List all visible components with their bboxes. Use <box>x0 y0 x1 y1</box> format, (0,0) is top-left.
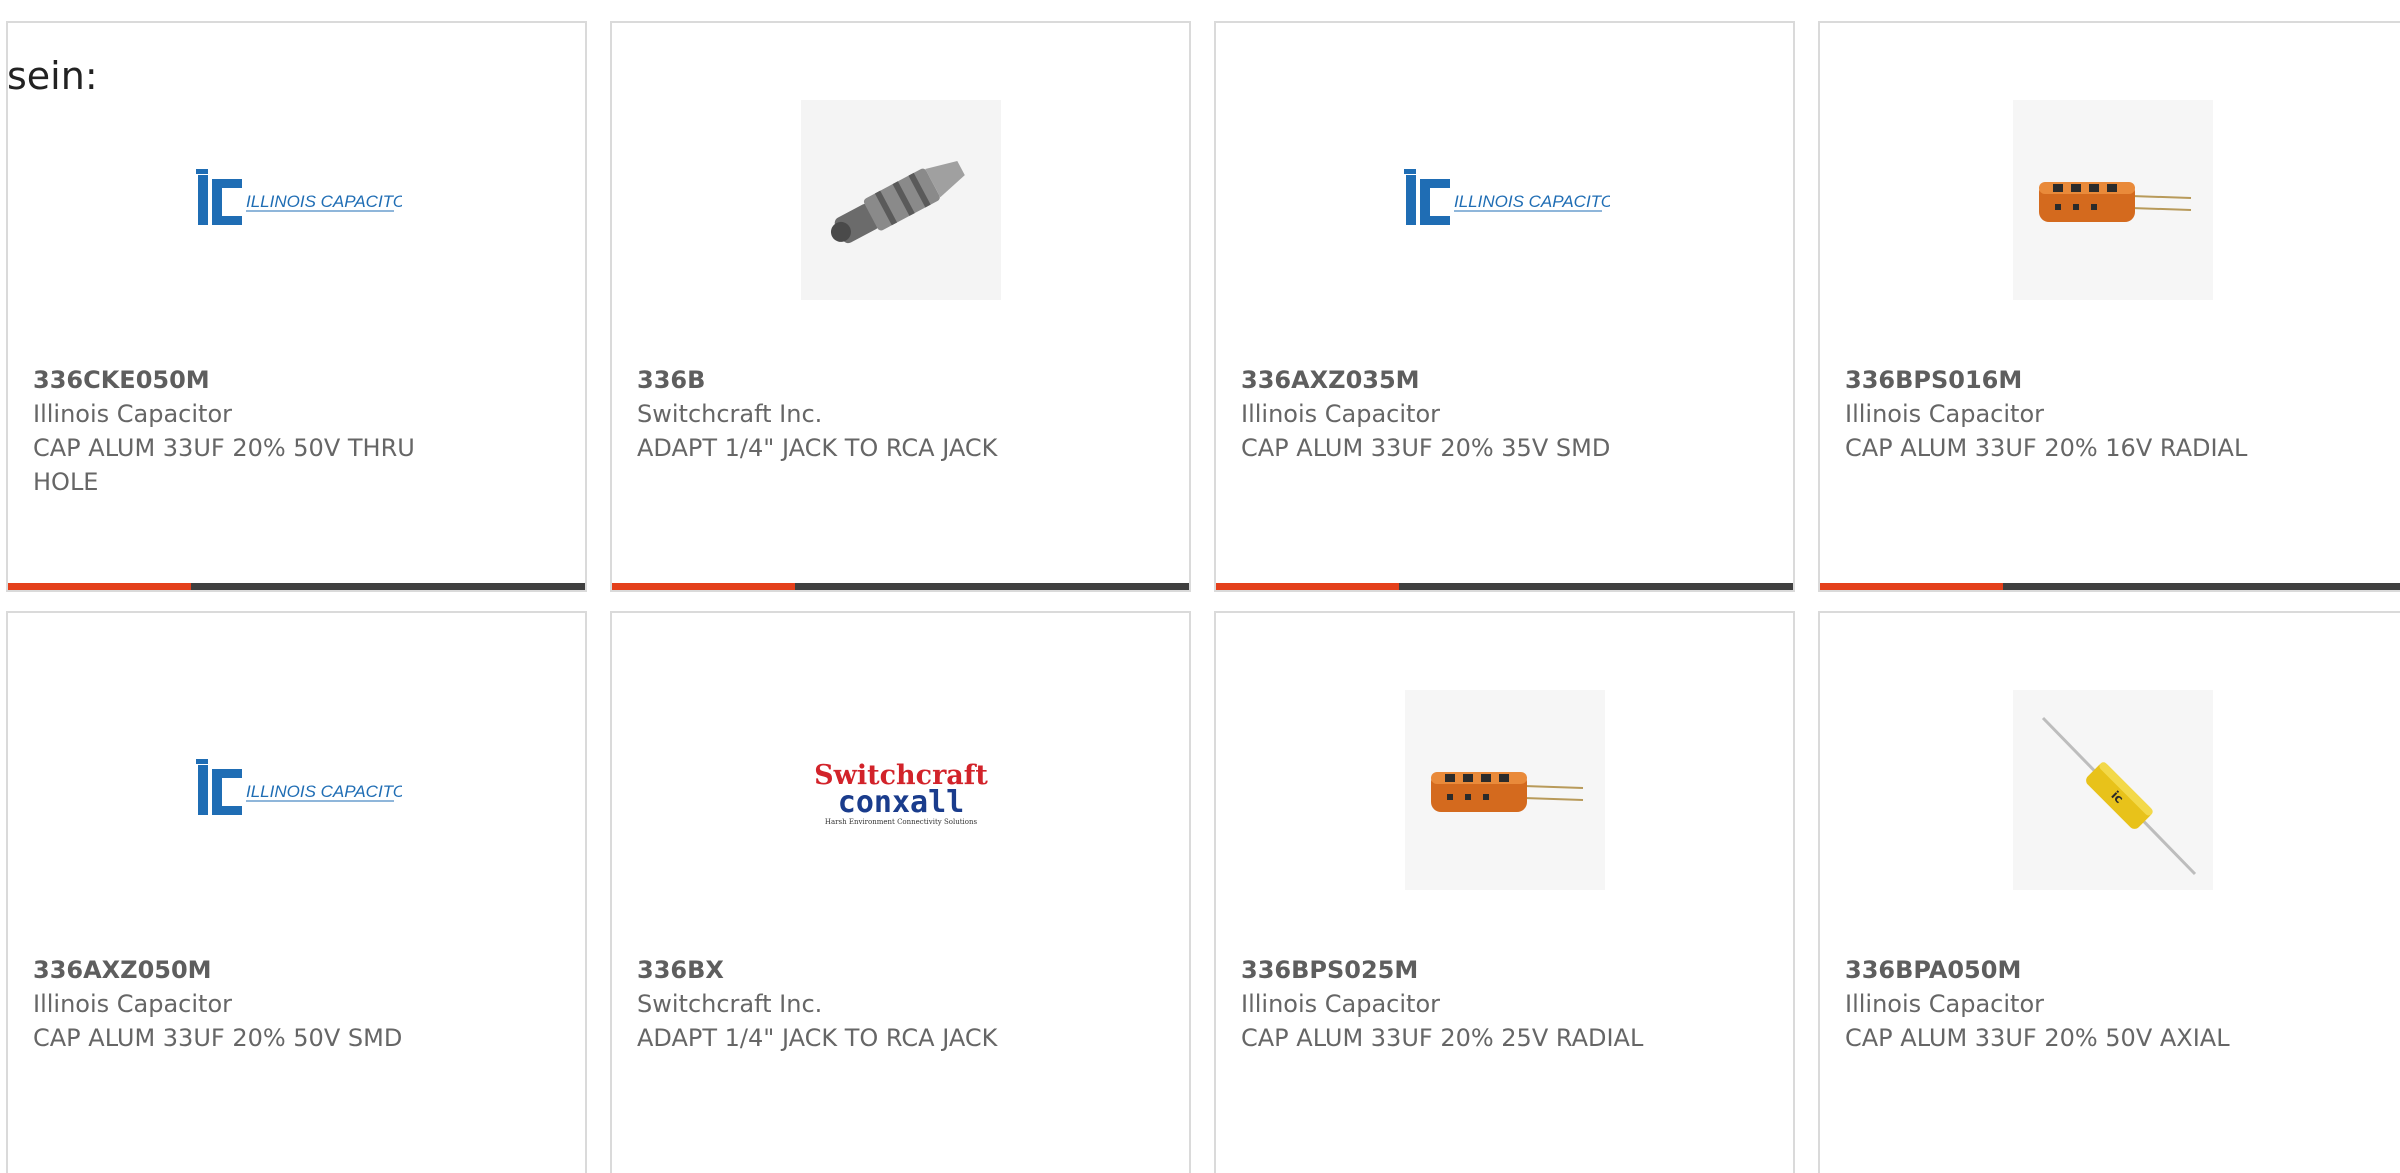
card-bottom-bar <box>612 583 1189 590</box>
manufacturer-name: Illinois Capacitor <box>1845 400 2045 428</box>
product-image[interactable]: ILLINOIS CAPACITOR, INC. <box>1216 95 1793 305</box>
radial-capacitor-photo <box>1404 690 1605 890</box>
product-description: CAP ALUM 33UF 20% 50V THRU HOLE <box>33 434 415 496</box>
part-number[interactable]: 336CKE050M <box>33 363 473 397</box>
product-image[interactable]: ILLINOIS CAPACITOR, INC. <box>8 685 585 895</box>
card-bottom-bar <box>1820 583 2400 590</box>
product-card[interactable]: ILLINOIS CAPACITOR, INC. 336CKE050M Illi… <box>6 21 587 592</box>
product-description: CAP ALUM 33UF 20% 50V SMD <box>33 1024 403 1052</box>
product-card[interactable]: Switchcraft conxall Harsh Environment Co… <box>610 611 1191 1173</box>
product-card[interactable]: ILLINOIS CAPACITOR, INC. 336AXZ035M Illi… <box>1214 21 1795 592</box>
product-card[interactable]: 336BPS025M Illinois Capacitor CAP ALUM 3… <box>1214 611 1795 1173</box>
svg-text:ILLINOIS CAPACITOR, INC.: ILLINOIS CAPACITOR, INC. <box>1454 192 1610 211</box>
svg-text:Harsh Environment Connectivity: Harsh Environment Connectivity Solutions <box>824 818 977 826</box>
product-image[interactable] <box>612 95 1189 305</box>
manufacturer-name: Illinois Capacitor <box>33 990 233 1018</box>
product-card[interactable]: ILLINOIS CAPACITOR, INC. 336AXZ050M Illi… <box>6 611 587 1173</box>
product-grid-page: ILLINOIS CAPACITOR, INC. 336CKE050M Illi… <box>0 0 2400 1173</box>
product-description: CAP ALUM 33UF 20% 25V RADIAL <box>1241 1024 1644 1052</box>
part-number[interactable]: 336B <box>637 363 1077 397</box>
illinois-capacitor-logo: ILLINOIS CAPACITOR, INC. <box>1403 169 1610 225</box>
product-description: CAP ALUM 33UF 20% 35V SMD <box>1241 434 1611 462</box>
svg-text:ILLINOIS CAPACITOR, INC.: ILLINOIS CAPACITOR, INC. <box>246 782 402 801</box>
manufacturer-name: Illinois Capacitor <box>1241 990 1441 1018</box>
card-accent <box>8 583 191 590</box>
manufacturer-name: Switchcraft Inc. <box>637 990 823 1018</box>
jack-adapter-photo <box>800 100 1001 300</box>
product-image[interactable]: ic <box>1820 685 2400 895</box>
prefix-text: sein: <box>7 54 98 98</box>
card-accent <box>1216 583 1399 590</box>
axial-capacitor-photo: ic <box>2013 690 2213 890</box>
product-description: ADAPT 1/4" JACK TO RCA JACK <box>637 1024 998 1052</box>
part-number[interactable]: 336BPS025M <box>1241 953 1681 987</box>
part-number[interactable]: 336BPA050M <box>1845 953 2285 987</box>
illinois-capacitor-logo: ILLINOIS CAPACITOR, INC. <box>195 169 402 225</box>
manufacturer-name: Illinois Capacitor <box>1241 400 1441 428</box>
svg-text:ILLINOIS CAPACITOR, INC.: ILLINOIS CAPACITOR, INC. <box>246 192 402 211</box>
card-bottom-bar <box>1216 583 1793 590</box>
switchcraft-conxall-logo: Switchcraft conxall Harsh Environment Co… <box>814 760 988 826</box>
product-description: ADAPT 1/4" JACK TO RCA JACK <box>637 434 998 462</box>
product-card[interactable]: 336B Switchcraft Inc. ADAPT 1/4" JACK TO… <box>610 21 1191 592</box>
product-description: CAP ALUM 33UF 20% 50V AXIAL <box>1845 1024 2230 1052</box>
svg-text:conxall: conxall <box>837 785 963 820</box>
manufacturer-name: Switchcraft Inc. <box>637 400 823 428</box>
part-number[interactable]: 336BPS016M <box>1845 363 2285 397</box>
part-number[interactable]: 336AXZ035M <box>1241 363 1681 397</box>
product-card[interactable]: 336BPS016M Illinois Capacitor CAP ALUM 3… <box>1818 21 2400 592</box>
card-accent <box>1820 583 2003 590</box>
manufacturer-name: Illinois Capacitor <box>1845 990 2045 1018</box>
product-card[interactable]: ic 336BPA050M Illinois Capacitor CAP ALU… <box>1818 611 2400 1173</box>
product-image[interactable]: Switchcraft conxall Harsh Environment Co… <box>612 685 1189 895</box>
product-description: CAP ALUM 33UF 20% 16V RADIAL <box>1845 434 2248 462</box>
part-number[interactable]: 336BX <box>637 953 1077 987</box>
radial-capacitor-photo <box>2013 100 2213 300</box>
part-number[interactable]: 336AXZ050M <box>33 953 473 987</box>
card-bottom-bar <box>8 583 585 590</box>
product-image[interactable] <box>1820 95 2400 305</box>
card-accent <box>612 583 795 590</box>
product-image[interactable]: ILLINOIS CAPACITOR, INC. <box>8 95 585 305</box>
manufacturer-name: Illinois Capacitor <box>33 400 233 428</box>
product-image[interactable] <box>1216 685 1793 895</box>
illinois-capacitor-logo: ILLINOIS CAPACITOR, INC. <box>195 759 402 815</box>
